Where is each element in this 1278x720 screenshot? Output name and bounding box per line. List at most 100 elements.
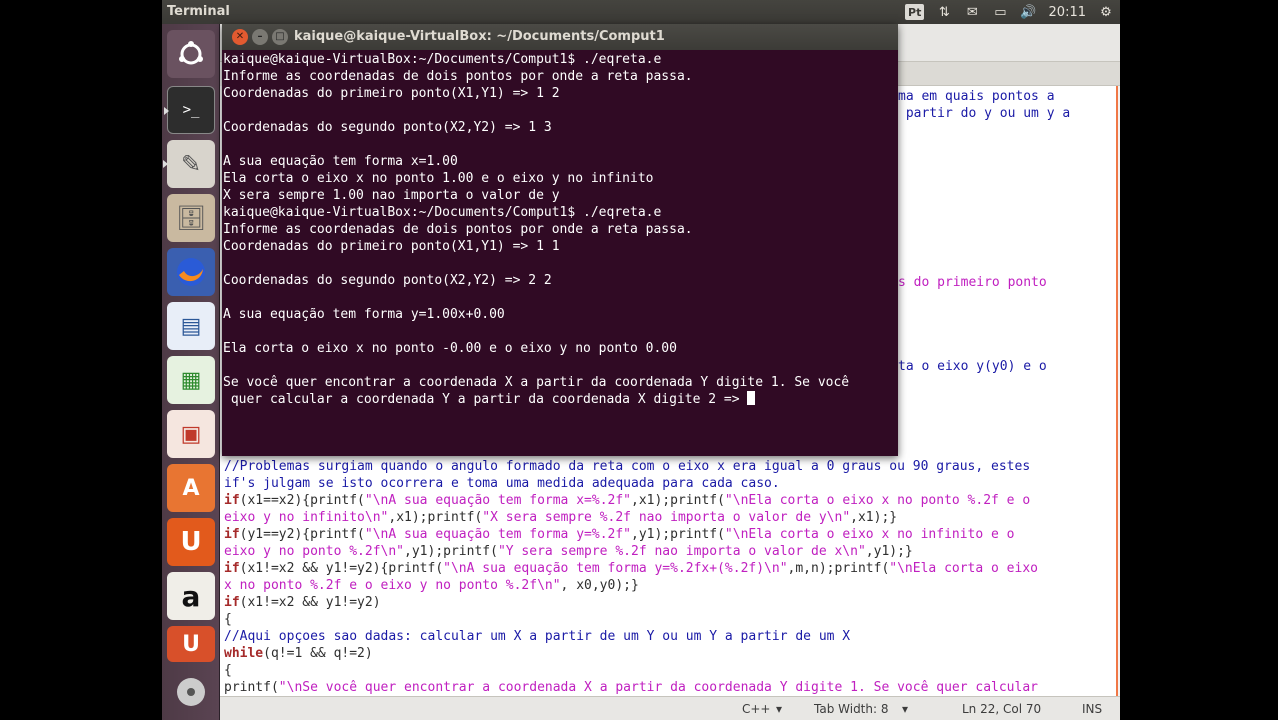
- terminal-line: Coordenadas do primeiro ponto(X1,Y1) => …: [223, 239, 560, 254]
- code-token: (x1!=x2 && y1!=y2): [239, 595, 381, 610]
- disc-icon: [177, 678, 205, 706]
- code-fragment: partir do y ou um y a: [898, 106, 1071, 121]
- code-fragment: s do primeiro ponto: [898, 275, 1047, 290]
- terminal-line: Se você quer encontrar a coordenada X a …: [223, 375, 850, 390]
- code-token: eixo y no ponto %.2f\n": [224, 544, 405, 559]
- software-center-launcher[interactable]: A: [167, 464, 215, 512]
- language-selector[interactable]: C++: [742, 702, 771, 716]
- calc-icon: ▦: [180, 367, 202, 393]
- chevron-down-icon: ▾: [902, 702, 909, 716]
- editor-statusbar: C++ ▾ Tab Width: 8 ▾ Ln 22, Col 70 INS: [220, 696, 1120, 720]
- code-token: (x1!=x2 && y1!=y2){printf(: [239, 561, 444, 576]
- dash-home-button[interactable]: [167, 30, 215, 78]
- code-token: eixo y no infinito\n": [224, 510, 389, 525]
- chevron-down-icon: ▾: [776, 702, 783, 716]
- battery-icon[interactable]: ▭: [992, 3, 1008, 21]
- terminal-line: Ela corta o eixo x no ponto 1.00 e o eix…: [223, 171, 654, 186]
- code-line: //Aqui opçoes sao dadas: calcular um X a…: [224, 629, 851, 644]
- terminal-icon: >_: [182, 102, 200, 118]
- panel-indicators: Pt ⇅ ✉ ▭ 🔊 20:11 ⚙: [905, 2, 1114, 22]
- text-editor-launcher[interactable]: ✎: [163, 140, 215, 188]
- amazon-launcher[interactable]: a: [167, 572, 215, 620]
- terminal-line: kaique@kaique-VirtualBox:~/Documents/Com…: [223, 52, 662, 67]
- software-center-icon: A: [182, 475, 200, 501]
- code-token: "\nA sua equação tem forma x=%.2f": [364, 493, 631, 508]
- terminal-line: kaique@kaique-VirtualBox:~/Documents/Com…: [223, 205, 662, 220]
- terminal-output[interactable]: kaique@kaique-VirtualBox:~/Documents/Com…: [223, 51, 897, 455]
- network-icon[interactable]: ⇅: [936, 3, 952, 21]
- code-token: "\nA sua equação tem forma y=%.2f": [364, 527, 631, 542]
- top-panel: Terminal Pt ⇅ ✉ ▭ 🔊 20:11 ⚙: [162, 0, 1120, 24]
- firefox-icon: [177, 258, 205, 286]
- terminal-line: A sua equação tem forma x=1.00: [223, 154, 458, 169]
- code-token: if: [224, 561, 240, 576]
- volume-icon[interactable]: 🔊: [1020, 3, 1036, 21]
- code-token: if: [224, 595, 240, 610]
- launcher: >_ ✎ 🗄 ▤ ▦ ▣ A U a U: [162, 24, 220, 720]
- terminal-launcher[interactable]: >_: [164, 86, 215, 134]
- code-token: if: [224, 493, 240, 508]
- file-manager-launcher[interactable]: 🗄: [167, 194, 215, 242]
- ubuntu-one-music-launcher[interactable]: U: [167, 626, 215, 662]
- insert-mode: INS: [1082, 702, 1103, 716]
- terminal-cursor: [747, 391, 756, 405]
- keyboard-layout-indicator[interactable]: Pt: [905, 4, 925, 20]
- ubuntu-one-launcher[interactable]: U: [167, 518, 215, 566]
- cursor-position: Ln 22, Col 70: [962, 702, 1042, 716]
- code-token: ,y1);}: [865, 544, 913, 559]
- editor-tab-bar[interactable]: [898, 62, 1120, 86]
- terminal-line: Coordenadas do primeiro ponto(X1,Y1) => …: [223, 86, 560, 101]
- code-line: if(y1==y2){printf("\nA sua equação tem f…: [224, 526, 1015, 543]
- mail-icon[interactable]: ✉: [964, 3, 980, 21]
- firefox-launcher[interactable]: [167, 248, 215, 296]
- terminal-titlebar[interactable]: ✕ – □ kaique@kaique-VirtualBox: ~/Docume…: [222, 24, 898, 50]
- impress-icon: ▣: [180, 421, 202, 447]
- maximize-button[interactable]: □: [272, 29, 288, 45]
- code-token: ,x1);printf(: [631, 493, 725, 508]
- code-line: x no ponto %.2f e o eixo y no ponto %.2f…: [224, 577, 639, 594]
- code-token: printf(: [224, 680, 279, 695]
- impress-launcher[interactable]: ▣: [167, 410, 215, 458]
- code-token: "\nA sua equação tem forma y=%.2fx+(%.2f…: [443, 561, 788, 576]
- code-token: "\nEla corta o eixo x no infinito e o: [724, 527, 1015, 542]
- code-token: "\nEla corta o eixo x no ponto %.2f e o: [724, 493, 1031, 508]
- code-token: (q!=1 && q!=2): [263, 646, 373, 661]
- writer-icon: ▤: [180, 313, 202, 339]
- code-line: while(q!=1 && q!=2): [224, 645, 373, 662]
- code-token: "X sera sempre %.2f nao importa o valor …: [482, 510, 851, 525]
- terminal-line: Informe as coordenadas de dois pontos po…: [223, 222, 693, 237]
- optical-drive-launcher[interactable]: [167, 670, 215, 714]
- terminal-window[interactable]: ✕ – □ kaique@kaique-VirtualBox: ~/Docume…: [222, 24, 898, 456]
- code-line: if(x1!=x2 && y1!=y2): [224, 594, 381, 611]
- ubuntu-logo-icon: [179, 41, 203, 65]
- terminal-line: quer calcular a coordenada Y a partir da…: [223, 391, 756, 408]
- code-line: if(x1==x2){printf("\nA sua equação tem f…: [224, 492, 1030, 509]
- code-token: while: [224, 646, 264, 661]
- code-token: , x0,y0);}: [560, 578, 639, 593]
- clock[interactable]: 20:11: [1049, 3, 1086, 21]
- code-token: ,y1);printf(: [404, 544, 498, 559]
- writer-launcher[interactable]: ▤: [167, 302, 215, 350]
- code-line: if's julgam se isto ocorrera e toma uma …: [224, 476, 780, 491]
- code-token: x no ponto %.2f e o eixo y no ponto %.2f…: [224, 578, 561, 593]
- code-line: {: [224, 663, 232, 678]
- code-line: eixo y no ponto %.2f\n",y1);printf("Y se…: [224, 543, 913, 560]
- close-button[interactable]: ✕: [232, 29, 248, 45]
- file-cabinet-icon: 🗄: [175, 204, 207, 232]
- gear-icon[interactable]: ⚙: [1098, 3, 1114, 21]
- code-line: //Problemas surgiam quando o angulo form…: [224, 459, 1031, 474]
- terminal-line: Coordenadas do segundo ponto(X2,Y2) => 2…: [223, 273, 552, 288]
- minimize-button[interactable]: –: [252, 29, 268, 45]
- terminal-line: A sua equação tem forma y=1.00x+0.00: [223, 307, 505, 322]
- terminal-line: Informe as coordenadas de dois pontos po…: [223, 69, 693, 84]
- terminal-line: Ela corta o eixo x no ponto -0.00 e o ei…: [223, 341, 677, 356]
- text-editor-icon: ✎: [180, 150, 202, 178]
- code-fragment: ma em quais pontos a: [898, 89, 1055, 104]
- tab-width-selector[interactable]: Tab Width: 8: [814, 702, 888, 716]
- code-line: if(x1!=x2 && y1!=y2){printf("\nA sua equ…: [224, 560, 1038, 577]
- terminal-line: X sera sempre 1.00 nao importa o valor d…: [223, 188, 560, 203]
- calc-launcher[interactable]: ▦: [167, 356, 215, 404]
- code-line: eixo y no infinito\n",x1);printf("X sera…: [224, 509, 897, 526]
- code-line: {: [224, 612, 232, 627]
- code-token: (x1==x2){printf(: [239, 493, 365, 508]
